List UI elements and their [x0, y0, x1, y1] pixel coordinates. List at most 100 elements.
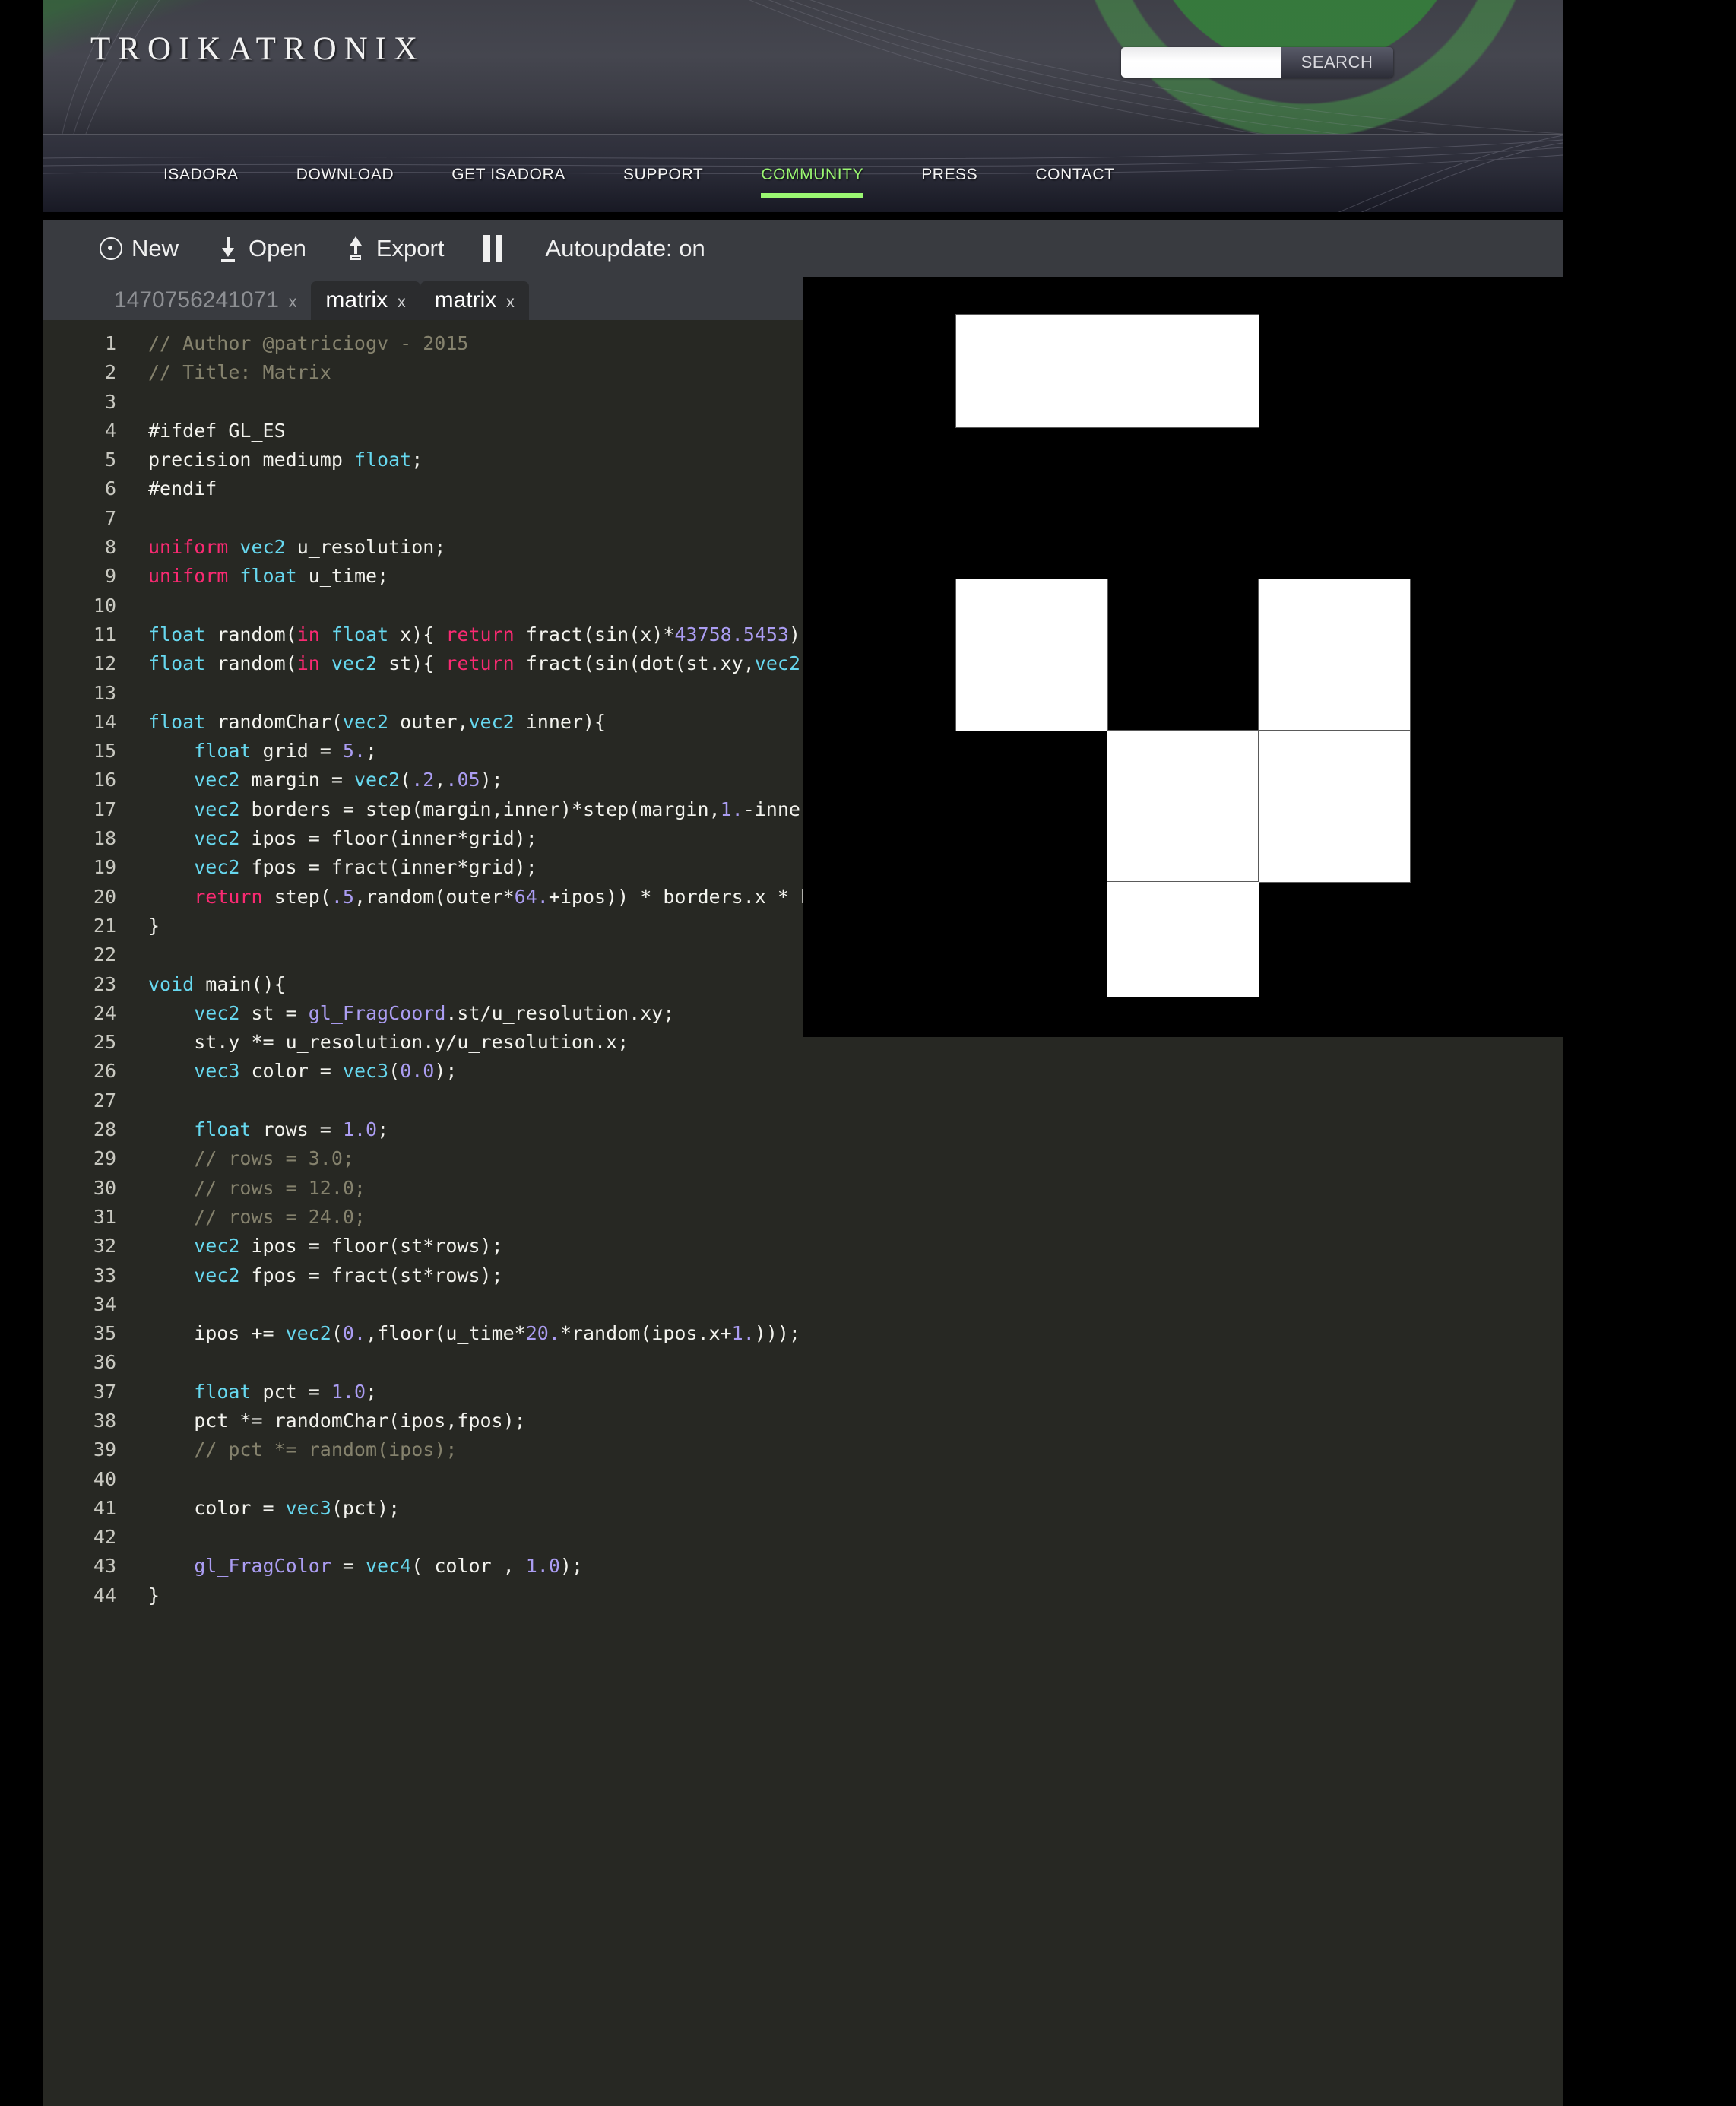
tab-matrix-2[interactable]: matrix x: [420, 281, 529, 320]
code-text: vec2 borders = step(margin,inner)*step(m…: [194, 798, 835, 820]
nav-label: DOWNLOAD: [296, 165, 394, 183]
line-number: 42: [93, 1526, 116, 1549]
upload-arrow-icon: [346, 236, 367, 262]
code-line: 43 gl_FragColor = vec4( color , 1.0);: [43, 1552, 1178, 1581]
shader-preview-panel[interactable]: [803, 277, 1563, 1037]
code-text: float rows = 1.0;: [194, 1118, 389, 1141]
line-number: 3: [104, 390, 116, 413]
line-number: 18: [93, 827, 116, 850]
line-number: 36: [93, 1351, 116, 1374]
search-button[interactable]: SEARCH: [1281, 47, 1393, 78]
code-line: 42: [43, 1523, 1178, 1552]
nav-label: COMMUNITY: [761, 165, 864, 183]
close-icon[interactable]: x: [289, 284, 297, 322]
new-button[interactable]: New: [100, 235, 179, 262]
open-button-label: Open: [249, 234, 306, 262]
code-text: void main(){: [148, 972, 286, 995]
nav-item-support[interactable]: SUPPORT: [594, 135, 732, 212]
close-icon[interactable]: x: [506, 284, 515, 322]
search-input[interactable]: [1121, 47, 1281, 78]
nav-item-community[interactable]: COMMUNITY: [732, 135, 892, 212]
search-box[interactable]: SEARCH: [1121, 47, 1393, 78]
preview-cell: [1107, 882, 1259, 997]
download-arrow-icon: [218, 236, 239, 262]
nav-item-contact[interactable]: CONTACT: [1006, 135, 1143, 212]
line-number: 6: [104, 477, 116, 500]
line-number: 16: [93, 769, 116, 791]
code-text: gl_FragColor = vec4( color , 1.0);: [194, 1555, 583, 1578]
autoupdate-status[interactable]: Autoupdate: on: [545, 235, 705, 262]
site-header: TROIKATRONIX SEARCH: [43, 0, 1563, 134]
tab-label: 1470756241071: [114, 287, 279, 312]
code-text: // pct *= random(ipos);: [194, 1438, 458, 1461]
site-navigation: ISADORA DOWNLOAD GET ISADORA SUPPORT COM…: [43, 134, 1563, 212]
export-button[interactable]: Export: [346, 235, 444, 262]
tab-matrix-1[interactable]: matrix x: [311, 281, 420, 320]
code-text: uniform vec2 u_resolution;: [148, 536, 446, 559]
code-text: // rows = 12.0;: [194, 1176, 366, 1199]
code-line: 27: [43, 1086, 1178, 1115]
line-number: 35: [93, 1322, 116, 1345]
line-number: 13: [93, 681, 116, 704]
code-text: uniform float u_time;: [148, 565, 389, 588]
code-text: // rows = 24.0;: [194, 1205, 366, 1228]
nav-item-isadora[interactable]: ISADORA: [135, 135, 268, 212]
code-line: 37 float pct = 1.0;: [43, 1378, 1178, 1407]
line-number: 12: [93, 652, 116, 675]
nav-item-download[interactable]: DOWNLOAD: [268, 135, 423, 212]
code-text: float pct = 1.0;: [194, 1380, 378, 1403]
code-text: vec2 ipos = floor(inner*grid);: [194, 827, 537, 850]
line-number: 33: [93, 1264, 116, 1286]
line-number: 44: [93, 1584, 116, 1606]
code-line: 36: [43, 1348, 1178, 1377]
line-number: 9: [104, 565, 116, 588]
code-text: vec2 ipos = floor(st*rows);: [194, 1235, 503, 1258]
nav-item-get-isadora[interactable]: GET ISADORA: [423, 135, 594, 212]
nav-label: ISADORA: [163, 165, 239, 183]
new-button-label: New: [131, 234, 179, 262]
preview-cell: [1107, 315, 1259, 427]
code-text: vec2 fpos = fract(st*rows);: [194, 1264, 503, 1286]
pause-icon[interactable]: [483, 234, 503, 262]
line-number: 30: [93, 1176, 116, 1199]
nav-item-list: ISADORA DOWNLOAD GET ISADORA SUPPORT COM…: [135, 135, 1144, 212]
code-line: 28 float rows = 1.0;: [43, 1115, 1178, 1144]
code-text: #endif: [148, 477, 217, 500]
nav-label: SUPPORT: [622, 165, 704, 183]
line-number: 22: [93, 944, 116, 966]
code-line: 39 // pct *= random(ipos);: [43, 1435, 1178, 1464]
line-number: 20: [93, 885, 116, 908]
code-text: vec3 color = vec3(0.0);: [194, 1060, 458, 1083]
line-number: 29: [93, 1147, 116, 1170]
nav-label: CONTACT: [1035, 165, 1115, 183]
nav-label: PRESS: [921, 165, 978, 183]
code-line: 32 vec2 ipos = floor(st*rows);: [43, 1232, 1178, 1261]
line-number: 14: [93, 710, 116, 733]
line-number: 21: [93, 914, 116, 937]
line-number: 19: [93, 856, 116, 879]
line-number: 26: [93, 1060, 116, 1083]
tab-1470756241071[interactable]: 1470756241071 x: [100, 281, 311, 320]
code-text: pct *= randomChar(ipos,fpos);: [148, 1409, 526, 1432]
glsl-editor-app: New Open Export Autoupdate: on 147075624…: [43, 220, 1563, 2106]
close-icon[interactable]: x: [398, 284, 406, 322]
line-number: 43: [93, 1555, 116, 1578]
code-text: return step(.5,random(outer*64.+ipos)) *…: [194, 885, 915, 908]
line-number: 8: [104, 536, 116, 559]
nav-item-press[interactable]: PRESS: [892, 135, 1006, 212]
line-number: 24: [93, 1001, 116, 1024]
line-number: 23: [93, 972, 116, 995]
code-line: 31 // rows = 24.0;: [43, 1203, 1178, 1232]
tab-label: matrix: [434, 287, 497, 312]
line-number: 37: [93, 1380, 116, 1403]
preview-cell: [956, 579, 1107, 731]
preview-cell: [1259, 579, 1410, 731]
code-line: 40: [43, 1465, 1178, 1494]
code-text: precision mediump float;: [148, 449, 423, 471]
code-text: }: [148, 1584, 160, 1606]
open-button[interactable]: Open: [218, 235, 306, 262]
line-number: 27: [93, 1089, 116, 1112]
code-text: #ifdef GL_ES: [148, 419, 286, 442]
line-number: 11: [93, 623, 116, 645]
code-text: float randomChar(vec2 outer,vec2 inner){: [148, 710, 607, 733]
